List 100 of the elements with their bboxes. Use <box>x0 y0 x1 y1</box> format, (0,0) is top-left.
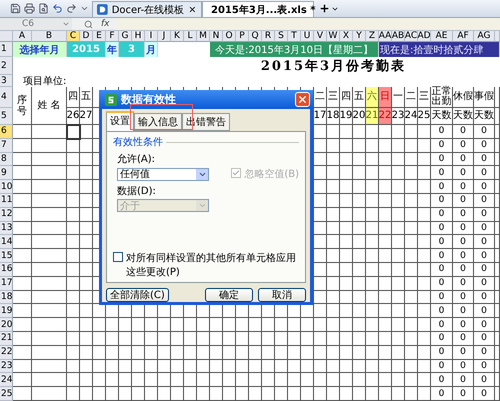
table-cell: 0 <box>453 180 474 194</box>
column-header[interactable]: W <box>327 31 340 42</box>
apply-all-checkbox[interactable]: 对所有同样设置的其他所有单元格应用这些更改(P) <box>113 251 299 279</box>
table-cell: 0 <box>474 387 495 401</box>
column-header[interactable]: AD <box>418 31 431 42</box>
date-heading: 23 <box>392 108 405 125</box>
row-header[interactable]: 14 <box>0 235 13 250</box>
ok-button[interactable]: 确定 <box>205 288 253 302</box>
table-cell: 0 <box>453 138 474 153</box>
weekday-heading: 五 <box>353 87 366 108</box>
function-button[interactable]: fx <box>101 19 110 29</box>
dialog-tab[interactable]: 输入信息 <box>134 113 182 132</box>
table-cell: 0 <box>431 152 453 166</box>
data-label: 数据(D): <box>117 185 157 198</box>
table-cell: 0 <box>453 235 474 250</box>
row-header[interactable]: 23 <box>0 360 13 374</box>
weekday-heading: 一 <box>392 87 405 108</box>
row-header[interactable]: 6 <box>0 125 13 139</box>
column-header[interactable]: I <box>145 31 158 42</box>
column-header[interactable]: P <box>236 31 249 42</box>
column-header[interactable]: B <box>32 31 67 42</box>
cancel-button[interactable]: 取消 <box>258 288 306 302</box>
row-header[interactable]: 9 <box>0 166 13 180</box>
year-month-label: 选择年月 <box>13 42 67 57</box>
weekday-heading: 三 <box>418 87 431 108</box>
row-header[interactable]: 3 <box>0 75 13 87</box>
table-cell: 0 <box>431 318 453 332</box>
column-header[interactable]: S <box>275 31 288 42</box>
column-heading: 天数 <box>453 108 474 125</box>
row-header[interactable]: 8 <box>0 152 13 166</box>
row-header[interactable]: 7 <box>0 138 13 153</box>
column-header[interactable]: D <box>80 31 93 42</box>
column-header[interactable]: Y <box>353 31 366 42</box>
column-header[interactable]: R <box>262 31 275 42</box>
clear-all-button[interactable]: 全部清除(C) <box>106 288 169 302</box>
column-header[interactable]: E <box>93 31 106 42</box>
column-header[interactable]: L <box>184 31 197 42</box>
table-cell: 0 <box>431 276 453 291</box>
column-header[interactable]: V <box>314 31 327 42</box>
column-header[interactable]: AC <box>405 31 418 42</box>
date-heading: 27 <box>80 108 93 125</box>
column-header[interactable]: F <box>106 31 119 42</box>
file-tab[interactable]: Docer-在线模板 <box>92 1 202 17</box>
table-cell: 0 <box>453 152 474 166</box>
column-header[interactable]: O <box>223 31 236 42</box>
column-header[interactable]: X <box>340 31 353 42</box>
dialog-tab[interactable]: 设置 <box>106 111 134 132</box>
table-cell: 0 <box>453 360 474 374</box>
weekday-heading: 二 <box>314 87 327 108</box>
row-header[interactable]: 1 <box>0 42 13 57</box>
row-header[interactable]: 5 <box>0 108 13 125</box>
row-header[interactable]: 12 <box>0 208 13 222</box>
row-header[interactable]: 10 <box>0 180 13 194</box>
column-header[interactable]: A <box>13 31 32 42</box>
row-header[interactable]: 22 <box>0 346 13 360</box>
year-unit-label: 年 <box>106 42 119 57</box>
column-header[interactable]: C <box>67 31 80 42</box>
weekday-heading: 六 <box>366 87 379 108</box>
table-cell: 0 <box>431 290 453 304</box>
column-header[interactable]: G <box>119 31 132 42</box>
allow-select[interactable]: 任何值 <box>117 168 209 181</box>
column-header[interactable]: N <box>210 31 223 42</box>
column-header[interactable]: Q <box>249 31 262 42</box>
row-header[interactable]: 21 <box>0 332 13 346</box>
row-header[interactable]: 20 <box>0 318 13 332</box>
weekday-heading: 五 <box>80 87 93 108</box>
name-box[interactable]: C6 <box>0 18 72 30</box>
column-header[interactable]: Z <box>366 31 379 42</box>
column-heading: 休假 <box>453 87 474 108</box>
column-header[interactable]: AB <box>392 31 405 42</box>
column-header[interactable]: AE <box>431 31 453 42</box>
row-header[interactable]: 18 <box>0 290 13 304</box>
row-header[interactable]: 24 <box>0 373 13 388</box>
column-header[interactable]: AG <box>474 31 495 42</box>
row-header[interactable]: 13 <box>0 222 13 236</box>
column-header[interactable]: U <box>301 31 314 42</box>
sheet-title: 2015年3月份考勤表 <box>260 58 408 75</box>
row-header[interactable]: 25 <box>0 387 13 401</box>
row-header[interactable]: 4 <box>0 87 13 108</box>
file-tab[interactable]: 2015年3月...表.xls * <box>202 1 314 17</box>
row-header[interactable]: 15 <box>0 249 13 263</box>
row-header[interactable]: 17 <box>0 276 13 291</box>
column-header[interactable]: H <box>132 31 145 42</box>
column-header[interactable]: AA <box>379 31 392 42</box>
table-cell: 0 <box>474 180 495 194</box>
row-header[interactable]: 11 <box>0 194 13 208</box>
row-header[interactable]: 16 <box>0 262 13 277</box>
table-cell: 0 <box>474 276 495 291</box>
column-header[interactable]: AF <box>453 31 474 42</box>
column-header[interactable]: M <box>197 31 210 42</box>
row-header[interactable]: 19 <box>0 304 13 318</box>
table-cell: 0 <box>453 276 474 291</box>
table-cell: 0 <box>474 304 495 318</box>
table-cell: 0 <box>431 166 453 180</box>
column-header[interactable]: K <box>171 31 184 42</box>
row-header[interactable]: 2 <box>0 57 13 75</box>
column-header[interactable]: T <box>288 31 301 42</box>
column-header[interactable]: J <box>158 31 171 42</box>
table-cell: 0 <box>431 373 453 388</box>
table-cell: 0 <box>431 346 453 360</box>
